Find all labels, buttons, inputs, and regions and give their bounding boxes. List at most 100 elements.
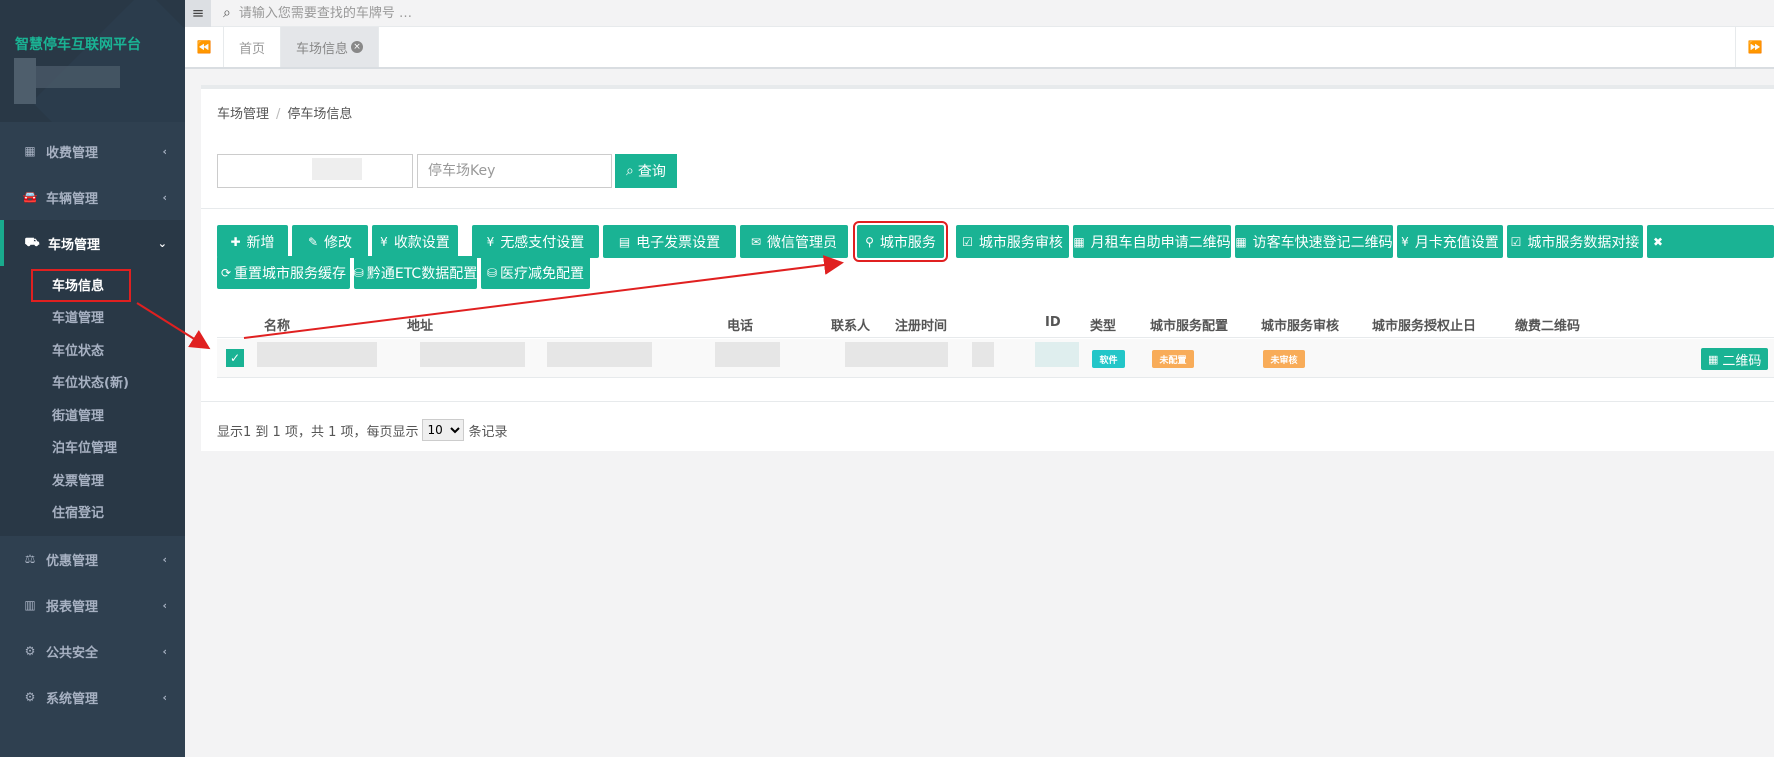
blurred-phone-cell [715,342,780,367]
col-header-name[interactable]: 名称 [264,315,290,334]
contactless-pay-settings-button[interactable]: ¥ 无感支付设置 [472,225,599,258]
breadcrumb-current: 停车场信息 [287,107,353,122]
breadcrumb-parent[interactable]: 车场管理 [217,107,269,122]
sidebar-item-fees[interactable]: ▦ 收费管理 ‹ [0,128,185,174]
check-square-icon: ☑ [962,234,973,249]
refresh-icon: ⟳ [220,265,232,280]
add-button[interactable]: ✚ 新增 [217,225,288,258]
invoice-icon: ▤ [618,234,631,249]
plate-search-input[interactable] [238,5,639,21]
col-header-register-time[interactable]: 注册时间 [895,315,947,334]
reset-city-service-cache-button[interactable]: ⟳ 重置城市服务缓存 [217,256,350,289]
table-header: 名称 地址 电话 联系人 注册时间 ID 类型 城市服务配置 城市服务审核 城市… [217,306,1774,338]
sidebar-item-label: 公共安全 [46,645,99,661]
submenu-item-parking-info[interactable]: 车场信息 [0,268,185,302]
plus-icon: ✚ [230,234,241,249]
tab-home[interactable]: 首页 [224,27,282,67]
pagination-info: 显示1 到 1 项，共 1 项，每页显示 10 条记录 [217,419,508,441]
city-service-review-button[interactable]: ☑ 城市服务审核 [956,225,1069,258]
close-icon[interactable]: × [351,41,364,53]
col-header-id[interactable]: ID [1045,315,1061,330]
button-label: 修改 [324,234,353,251]
payment-settings-button[interactable]: ¥ 收款设置 [372,225,458,258]
col-header-city-service-review[interactable]: 城市服务审核 [1261,315,1339,334]
qrcode-icon: ▦ [1235,234,1247,249]
config-status-badge: 未配置 [1152,350,1194,368]
col-header-contact[interactable]: 联系人 [831,315,870,334]
monthly-card-recharge-settings-button[interactable]: ¥ 月卡充值设置 [1397,225,1503,258]
city-service-button[interactable]: ⚲ 城市服务 [853,221,948,262]
content-panel: 车场管理 / 停车场信息 ⌕ 查询 ✚ 新增 ✎ 修改 ¥ 收款设置 ¥ 无感支付设置 ▤ 电… [201,85,1774,451]
col-header-payment-qr[interactable]: 缴费二维码 [1515,315,1580,334]
wechat-icon: ✉ [750,234,762,249]
bar-chart-icon: ▥ [24,598,36,612]
user-name-blurred [36,66,120,88]
sidebar-menu: ▦ 收费管理 ‹ 🚘 车辆管理 ‹ ⛟ 车场管理 ⌄ 车场信息 车道管理 车位状… [0,128,185,720]
wechat-admin-button[interactable]: ✉ 微信管理员 [740,225,848,258]
chevron-down-icon: ⌄ [157,236,167,250]
submenu-item-invoices[interactable]: 发票管理 [0,463,185,496]
tabs-scroll-right-icon[interactable]: ⏩ [1735,27,1774,67]
query-button[interactable]: ⌕ 查询 [615,154,677,188]
col-header-address[interactable]: 地址 [407,315,433,334]
submenu-item-space-status-new[interactable]: 车位状态(新) [0,366,185,399]
edit-button[interactable]: ✎ 修改 [292,225,368,258]
button-label: 电子发票设置 [636,234,721,251]
sidebar-item-reports[interactable]: ▥ 报表管理 ‹ [0,582,185,628]
sidebar-item-vehicles[interactable]: 🚘 车辆管理 ‹ [0,174,185,220]
delete-button[interactable]: ✖ [1647,225,1774,258]
table-row[interactable]: ✓ 软件 未配置 未审核 ▦ 二维码 [217,339,1774,378]
city-service-data-integration-button[interactable]: ☑ 城市服务数据对接 [1507,225,1643,258]
sidebar-item-discounts[interactable]: ⚖ 优惠管理 ‹ [0,536,185,582]
edit-icon: ✎ [307,234,319,249]
cogs-icon: ⚙ [24,690,36,704]
tab-parking-info[interactable]: 车场信息 × [281,27,380,67]
e-invoice-settings-button[interactable]: ▤ 电子发票设置 [603,225,736,258]
page-tabs-bar: ⏪ 首页 车场信息 × ⏩ [185,27,1774,69]
col-header-phone[interactable]: 电话 [727,315,753,334]
tabs-scroll-left-icon[interactable]: ⏪ [185,27,224,67]
page-size-select[interactable]: 10 [422,419,465,441]
button-label: 新增 [246,234,275,251]
database-icon: ⛁ [486,265,498,280]
button-label: 无感支付设置 [500,234,585,251]
sidebar-item-label: 收费管理 [46,145,99,161]
sidebar-item-label: 车场管理 [48,237,101,253]
check-square-icon: ☑ [1510,234,1522,249]
button-label: 重置城市服务缓存 [234,265,347,282]
chevron-left-icon: ‹ [162,552,167,566]
submenu-item-streets[interactable]: 街道管理 [0,398,185,431]
map-marker-icon: ⚲ [865,234,874,249]
col-header-type[interactable]: 类型 [1090,315,1116,334]
qrcode-icon: ▦ [1708,352,1719,366]
col-header-city-service-expiry[interactable]: 城市服务授权止日 [1372,315,1476,334]
button-label: 月卡充值设置 [1414,234,1499,251]
visitor-quick-register-qr-button[interactable]: ▦ 访客车快速登记二维码 [1235,225,1393,258]
close-icon: ✖ [1653,234,1664,249]
sidebar: 智慧停车互联网平台 ▦ 收费管理 ‹ 🚘 车辆管理 ‹ ⛟ 车场管理 ⌄ 车场信… [0,0,185,757]
user-avatar-blurred [14,58,36,104]
monthly-self-apply-qr-button[interactable]: ▦ 月租车自助申请二维码 [1073,225,1231,258]
submenu-item-lanes[interactable]: 车道管理 [0,301,185,334]
chevron-left-icon: ‹ [162,644,167,658]
chevron-left-icon: ‹ [162,144,167,158]
hamburger-icon[interactable]: ≡ [185,0,211,27]
qrcode-label: 二维码 [1722,353,1762,369]
parking-key-input[interactable] [417,154,612,188]
table-bottom-divider [201,401,1774,402]
search-icon: ⌕ [223,5,231,21]
submenu-item-berths[interactable]: 泊车位管理 [0,431,185,464]
etc-data-config-button[interactable]: ⛁ 黔通ETC数据配置 [354,256,477,289]
chevron-left-icon: ‹ [162,190,167,204]
sidebar-item-parking-lots[interactable]: ⛟ 车场管理 ⌄ [0,220,185,266]
sidebar-item-public-security[interactable]: ⚙ 公共安全 ‹ [0,628,185,674]
sidebar-item-system[interactable]: ⚙ 系统管理 ‹ [0,674,185,720]
submenu-item-space-status[interactable]: 车位状态 [0,333,185,366]
medical-relief-config-button[interactable]: ⛁ 医疗减免配置 [481,256,590,289]
top-navbar: ≡ ⌕ [185,0,1774,27]
submenu-item-lodging[interactable]: 住宿登记 [0,496,185,529]
row-checkbox[interactable]: ✓ [226,349,244,367]
qrcode-button[interactable]: ▦ 二维码 [1701,348,1769,370]
button-label: 城市服务数据对接 [1527,234,1640,251]
col-header-city-service-config[interactable]: 城市服务配置 [1150,315,1228,334]
